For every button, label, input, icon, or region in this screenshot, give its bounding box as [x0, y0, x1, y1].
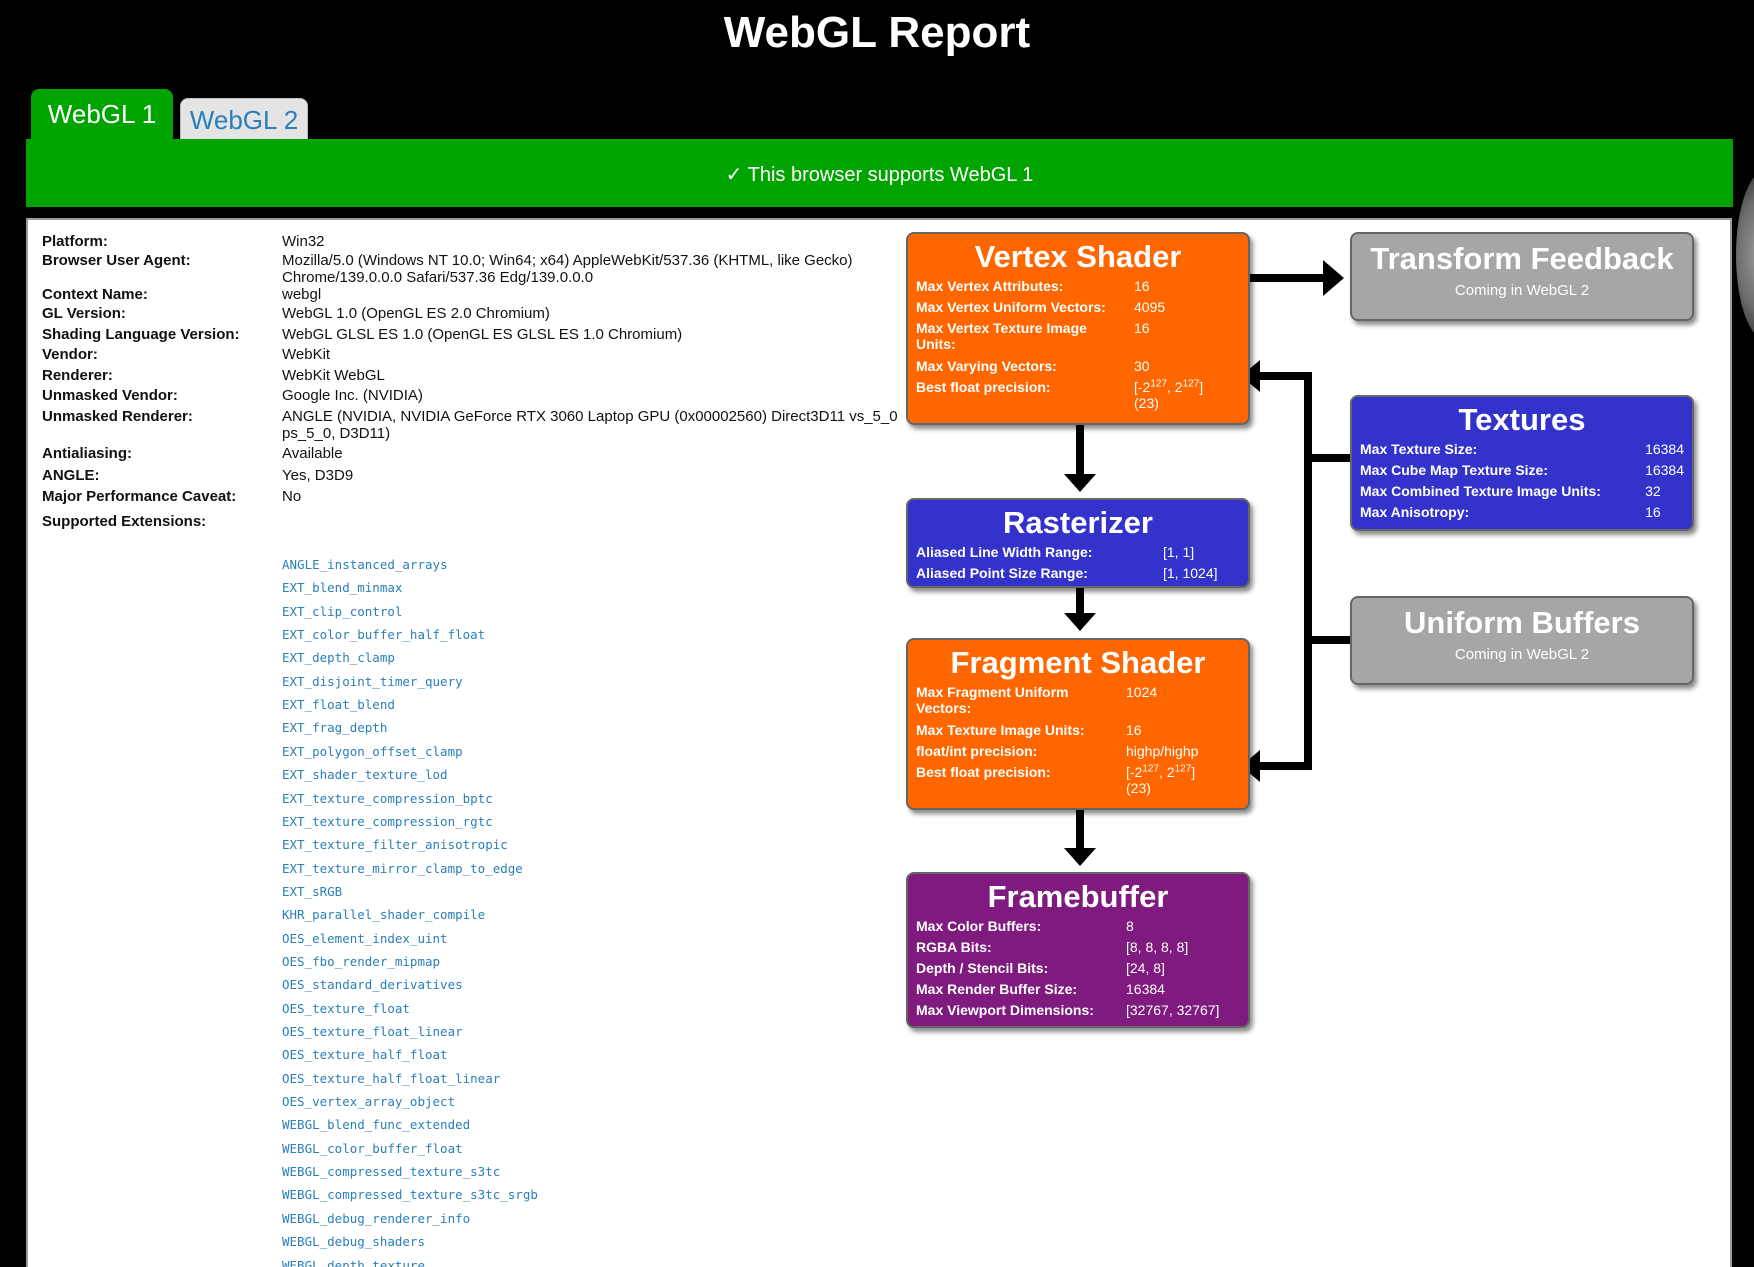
- stat-label: Max Combined Texture Image Units:: [1360, 483, 1601, 499]
- stat-value: 16: [1134, 320, 1150, 336]
- rasterizer-box: Rasterizer Aliased Line Width Range: [1, …: [906, 498, 1250, 588]
- rasterizer-table: Aliased Line Width Range: [1, 1] Aliased …: [916, 544, 1218, 586]
- textures-box: Textures Max Texture Size: 16384 Max Cube…: [1350, 395, 1694, 531]
- transform-feedback-title: Transform Feedback: [1370, 241, 1674, 276]
- stat-value: 16384: [1645, 462, 1684, 478]
- stat-label: Best float precision:: [916, 764, 1051, 780]
- stat-label: Max Varying Vectors:: [916, 358, 1057, 374]
- stat-label: Aliased Line Width Range:: [916, 544, 1093, 560]
- stat-label: Max Texture Size:: [1360, 441, 1478, 457]
- stat-value: [24, 8]: [1126, 960, 1165, 976]
- stat-value: [-2127, 2127] (23): [1126, 763, 1196, 796]
- check-icon: ✓: [725, 164, 743, 186]
- stat-value: 4095: [1134, 299, 1166, 315]
- stat-value: 16: [1645, 504, 1661, 520]
- transform-feedback-box: Transform Feedback Coming in WebGL 2: [1350, 232, 1694, 321]
- framebuffer-title: Framebuffer: [987, 879, 1169, 914]
- background-moon-image: [1736, 170, 1754, 340]
- support-banner: ✓ This browser supports WebGL 1: [26, 139, 1733, 207]
- stat-value: 1024: [1126, 684, 1158, 700]
- textures-table: Max Texture Size: 16384 Max Cube Map Text…: [1360, 441, 1684, 525]
- stat-label: Max Vertex Uniform Vectors:: [916, 299, 1106, 315]
- stat-value: [1, 1]: [1163, 544, 1195, 560]
- rasterizer-title: Rasterizer: [1003, 505, 1153, 540]
- uniform-buffers-title: Uniform Buffers: [1404, 605, 1640, 640]
- stat-label: Max Cube Map Texture Size:: [1360, 462, 1549, 478]
- stat-label: Best float precision:: [916, 379, 1051, 395]
- stat-value: 30: [1134, 358, 1150, 374]
- stat-value: 16384: [1645, 441, 1684, 457]
- stat-label: Max Vertex Attributes:: [916, 278, 1064, 294]
- fragment-shader-box: Fragment Shader Max Fragment Uniform Vec…: [906, 638, 1250, 810]
- framebuffer-box: Framebuffer Max Color Buffers: 8 RGBA Bit…: [906, 872, 1250, 1028]
- stat-label: Depth / Stencil Bits:: [916, 960, 1049, 976]
- transform-feedback-note: Coming in WebGL 2: [1454, 282, 1590, 299]
- framebuffer-table: Max Color Buffers: 8 RGBA Bits: [8, 8, 8, …: [916, 918, 1219, 1023]
- stat-label: Max Render Buffer Size:: [916, 981, 1078, 997]
- stat-label: Max Anisotropy:: [1360, 504, 1470, 520]
- stat-label: Max Viewport Dimensions:: [916, 1002, 1094, 1018]
- support-text: This browser supports WebGL 1: [742, 164, 1034, 186]
- stat-label: Aliased Point Size Range:: [916, 565, 1088, 581]
- stat-label: Max Texture Image Units:: [916, 722, 1085, 738]
- stat-value: [32767, 32767]: [1126, 1002, 1220, 1018]
- stat-value: 32: [1645, 483, 1661, 499]
- uniform-buffers-box: Uniform Buffers Coming in WebGL 2: [1350, 596, 1694, 685]
- tab-webgl2[interactable]: WebGL 2: [180, 98, 308, 140]
- uniform-buffers-note: Coming in WebGL 2: [1454, 646, 1590, 663]
- vertex-shader-table: Max Vertex Attributes: 16 Max Vertex Unif…: [916, 278, 1203, 411]
- page-title: WebGL Report: [723, 8, 1031, 57]
- stat-label: float/int precision:: [916, 743, 1038, 759]
- tab-webgl1[interactable]: WebGL 1: [31, 89, 173, 141]
- stat-label: RGBA Bits:: [916, 939, 992, 955]
- vertex-shader-title: Vertex Shader: [974, 239, 1182, 274]
- stat-label: Max Color Buffers:: [916, 918, 1042, 934]
- stat-label: Max Fragment Uniform Vectors:: [916, 684, 1069, 716]
- fragment-shader-title: Fragment Shader: [950, 645, 1206, 680]
- stat-value: [1, 1024]: [1163, 565, 1218, 581]
- pipeline-arrows: [1064, 260, 1380, 866]
- stat-value: 16: [1134, 278, 1150, 294]
- fragment-shader-table: Max Fragment Uniform Vectors: 1024 Max Te…: [916, 684, 1198, 796]
- stat-value: [-2127, 2127] (23): [1134, 378, 1204, 411]
- stat-value: 16384: [1126, 981, 1165, 997]
- stat-value: highp/highp: [1126, 743, 1199, 759]
- report-panel: Platform: Win32 Browser User Agent: Mozi…: [26, 218, 1732, 1267]
- textures-title: Textures: [1458, 402, 1586, 437]
- stat-value: 16: [1126, 722, 1142, 738]
- stat-value: [8, 8, 8, 8]: [1126, 939, 1189, 955]
- vertex-shader-box: Vertex Shader Max Vertex Attributes: 16 M…: [906, 232, 1250, 425]
- stat-value: 8: [1126, 918, 1134, 934]
- stat-label: Max Vertex Texture Image Units:: [916, 320, 1087, 352]
